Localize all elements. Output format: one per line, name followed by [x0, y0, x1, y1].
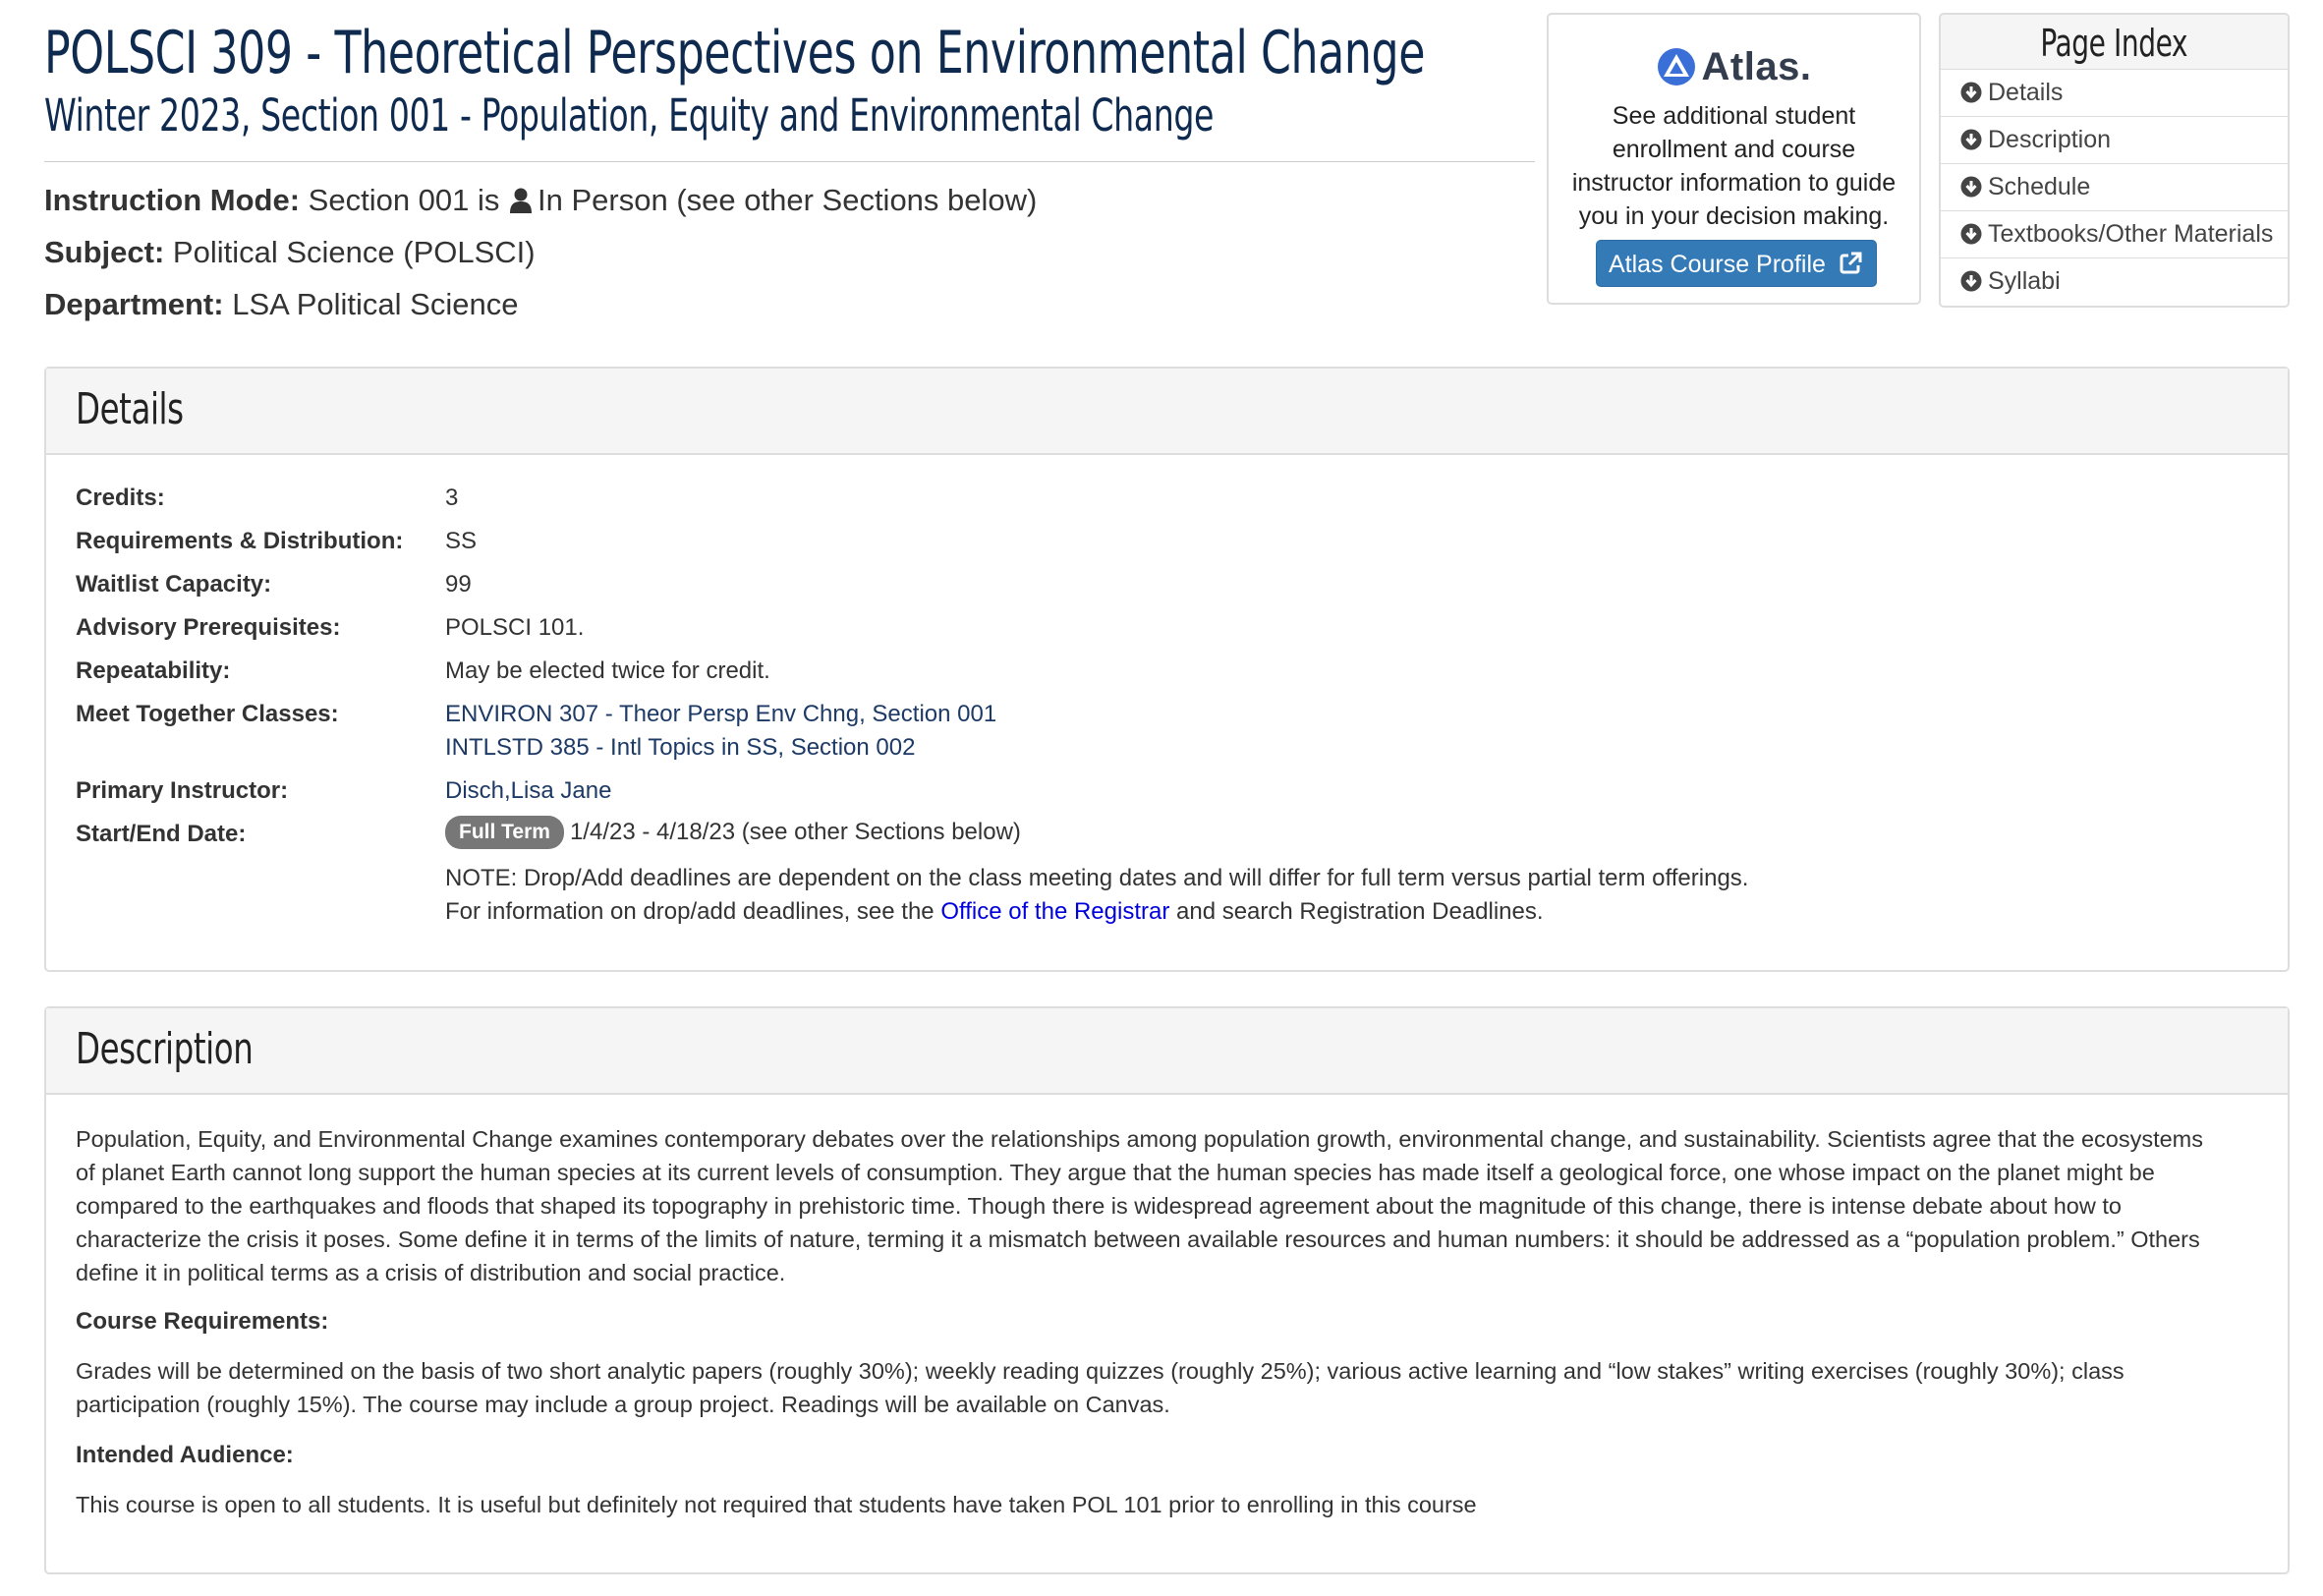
- page-index-item-syllabi[interactable]: Syllabi: [1941, 258, 2288, 305]
- instructor-label: Primary Instructor:: [76, 777, 289, 804]
- instructor-link-wrap: Disch,Lisa Jane: [445, 777, 611, 805]
- description-panel: Description Population, Equity, and Envi…: [44, 1006, 2290, 1574]
- description-text: Population, Equity, and Environmental Ch…: [76, 1126, 2204, 1285]
- instruction-mode-section: Section 001 is: [308, 183, 500, 217]
- arrow-circle-down-icon: [1960, 129, 1982, 150]
- credits-value: 3: [445, 484, 459, 511]
- prereq-label: Advisory Prerequisites:: [76, 614, 341, 641]
- external-link-icon: [1840, 252, 1862, 274]
- requirements-label: Requirements & Distribution:: [76, 528, 404, 554]
- waitlist-label: Waitlist Capacity:: [76, 571, 272, 598]
- description-panel-heading: Description: [46, 1008, 2288, 1095]
- dates-value: 1/4/23 - 4/18/23 (see other Sections bel…: [569, 819, 1021, 845]
- term-badge: Full Term: [445, 816, 564, 849]
- description-heading: Description: [76, 1024, 254, 1074]
- course-requirements-heading: Course Requirements:: [76, 1308, 329, 1335]
- department-line: Department: LSA Political Science: [44, 287, 518, 322]
- department-label: Department:: [44, 287, 224, 321]
- details-panel-heading: Details: [46, 369, 2288, 455]
- drop-add-note: NOTE: Drop/Add deadlines are dependent o…: [445, 865, 1749, 891]
- meet-together-link-2-wrap: INTLSTD 385 - Intl Topics in SS, Section…: [445, 734, 915, 762]
- person-icon: [510, 188, 533, 213]
- atlas-promo-box: Atlas. See additional student enrollment…: [1547, 13, 1921, 305]
- intended-audience-heading: Intended Audience:: [76, 1442, 294, 1468]
- instruction-mode: Instruction Mode: Section 001 is In Pers…: [44, 183, 1037, 218]
- subject-value: Political Science (POLSCI): [172, 235, 536, 269]
- header-divider: [44, 161, 1535, 162]
- page-header: POLSCI 309 - Theoretical Perspectives on…: [44, 14, 1538, 143]
- atlas-logo: Atlas.: [1549, 42, 1919, 91]
- repeatability-value: May be elected twice for credit.: [445, 657, 770, 684]
- instruction-mode-value: In Person (see other Sections below): [538, 183, 1038, 217]
- requirements-value: SS: [445, 528, 478, 554]
- page-index-item-textbooks[interactable]: Textbooks/Other Materials: [1941, 211, 2288, 258]
- waitlist-value: 99: [445, 571, 472, 598]
- dates-value-line: Full Term 1/4/23 - 4/18/23 (see other Sec…: [445, 816, 1021, 849]
- drop-add-info-line: For information on drop/add deadlines, s…: [445, 898, 1544, 925]
- arrow-circle-down-icon: [1960, 82, 1982, 103]
- page-index-item-description[interactable]: Description: [1941, 117, 2288, 164]
- atlas-logo-icon: [1657, 48, 1695, 86]
- details-heading: Details: [76, 384, 184, 434]
- arrow-circle-down-icon: [1960, 223, 1982, 245]
- page-index: Page Index Details Description Schedule …: [1939, 13, 2290, 308]
- course-subtitle: Winter 2023, Section 001 - Population, E…: [44, 89, 1215, 142]
- instructor-link[interactable]: Disch,Lisa Jane: [445, 777, 611, 804]
- arrow-circle-down-icon: [1960, 176, 1982, 198]
- meet-together-link-environ-307[interactable]: ENVIRON 307 - Theor Persp Env Chng, Sect…: [445, 701, 996, 727]
- registrar-link[interactable]: Office of the Registrar: [940, 898, 1169, 925]
- prereq-value: POLSCI 101.: [445, 614, 585, 641]
- intended-audience-text: This course is open to all students. It …: [76, 1492, 1477, 1517]
- details-panel: Details Credits: 3 Requirements & Distri…: [44, 367, 2290, 972]
- arrow-circle-down-icon: [1960, 270, 1982, 292]
- dates-label: Start/End Date:: [76, 821, 247, 847]
- meet-together-link-1-wrap: ENVIRON 307 - Theor Persp Env Chng, Sect…: [445, 701, 996, 728]
- atlas-logo-text: Atlas.: [1701, 44, 1812, 88]
- atlas-course-profile-button[interactable]: Atlas Course Profile: [1596, 240, 1877, 287]
- page-index-item-details[interactable]: Details: [1941, 70, 2288, 117]
- meet-together-link-intlstd-385[interactable]: INTLSTD 385 - Intl Topics in SS, Section…: [445, 734, 915, 761]
- department-value: LSA Political Science: [232, 287, 519, 321]
- meet-together-label: Meet Together Classes:: [76, 701, 339, 727]
- instruction-mode-label: Instruction Mode:: [44, 183, 301, 217]
- credits-label: Credits:: [76, 484, 165, 511]
- repeatability-label: Repeatability:: [76, 657, 231, 684]
- course-title: POLSCI 309 - Theoretical Perspectives on…: [44, 19, 1426, 87]
- page-index-item-schedule[interactable]: Schedule: [1941, 164, 2288, 211]
- course-requirements-text: Grades will be determined on the basis o…: [76, 1358, 2125, 1417]
- subject-label: Subject:: [44, 235, 165, 269]
- atlas-button-label: Atlas Course Profile: [1609, 251, 1826, 278]
- atlas-description: See additional student enrollment and co…: [1571, 102, 1897, 230]
- page-index-title: Page Index: [1941, 15, 2288, 70]
- subject-line: Subject: Political Science (POLSCI): [44, 235, 536, 270]
